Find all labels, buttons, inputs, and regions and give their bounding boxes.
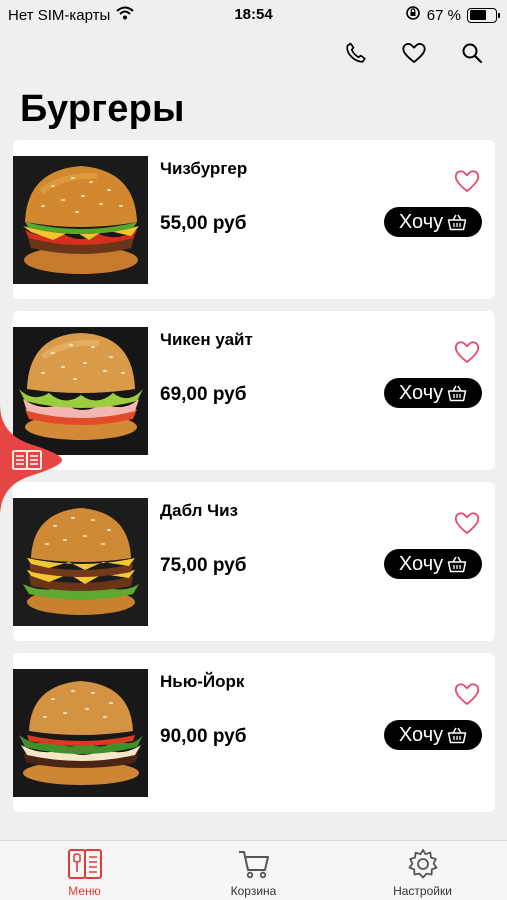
want-button-label: Хочу	[398, 723, 444, 746]
tab-settings[interactable]: Настройки	[338, 841, 507, 900]
product-name: Дабл Чиз	[160, 501, 239, 520]
product-price: 69,00 руб	[160, 384, 247, 405]
tab-settings-label: Настройки	[393, 884, 452, 898]
favorite-heart-icon[interactable]	[453, 510, 481, 536]
cart-icon	[238, 851, 269, 879]
search-icon[interactable]	[457, 38, 487, 68]
product-price: 90,00 руб	[160, 726, 247, 747]
tab-bar: Меню Корзина Настройки	[0, 840, 507, 900]
menu-book-icon	[67, 849, 102, 879]
product-image	[13, 669, 148, 797]
want-button[interactable]: Хочу	[384, 549, 482, 579]
basket-icon	[447, 556, 467, 573]
product-name: Нью-Йорк	[160, 672, 245, 691]
product-name: Чизбургер	[160, 159, 248, 178]
page-title: Бургеры	[20, 88, 185, 130]
header-actions	[341, 38, 487, 68]
want-button[interactable]: Хочу	[384, 378, 482, 408]
tab-cart-label: Корзина	[230, 884, 277, 898]
product-image	[13, 498, 148, 626]
status-right: 67 %	[405, 5, 500, 25]
product-name: Чикен уайт	[160, 330, 253, 349]
want-button[interactable]: Хочу	[384, 720, 482, 750]
basket-icon	[447, 214, 467, 231]
product-image	[13, 156, 148, 284]
product-list: Чизбургер 55,00 руб Хочу Чикен уайт 69,0…	[13, 140, 495, 824]
want-button[interactable]: Хочу	[384, 207, 482, 237]
favorite-heart-icon[interactable]	[453, 681, 481, 707]
want-button-label: Хочу	[398, 210, 444, 233]
product-card[interactable]: Чизбургер 55,00 руб Хочу	[13, 140, 495, 299]
basket-icon	[447, 727, 467, 744]
tab-cart[interactable]: Корзина	[169, 841, 338, 900]
favorite-heart-icon[interactable]	[453, 339, 481, 365]
gear-icon	[408, 849, 437, 879]
product-price: 75,00 руб	[160, 555, 247, 576]
basket-icon	[447, 385, 467, 402]
phone-icon[interactable]	[341, 38, 371, 68]
tab-menu[interactable]: Меню	[0, 841, 169, 900]
tab-menu-label: Меню	[68, 884, 101, 898]
heart-icon[interactable]	[399, 38, 429, 68]
product-card[interactable]: Нью-Йорк 90,00 руб Хочу	[13, 653, 495, 812]
battery-level	[469, 10, 487, 20]
battery-percent: 67 %	[426, 6, 461, 24]
product-card[interactable]: Дабл Чиз 75,00 руб Хочу	[13, 482, 495, 641]
battery-icon	[467, 7, 500, 23]
product-card[interactable]: Чикен уайт 69,00 руб Хочу	[13, 311, 495, 470]
want-button-label: Хочу	[398, 381, 444, 404]
product-price: 55,00 руб	[160, 213, 247, 234]
status-bar: Нет SIM-карты 18:54 67 %	[0, 0, 507, 30]
rotation-lock-icon	[405, 5, 421, 25]
side-menu-tab[interactable]	[0, 404, 64, 516]
want-button-label: Хочу	[398, 552, 444, 575]
favorite-heart-icon[interactable]	[453, 168, 481, 194]
